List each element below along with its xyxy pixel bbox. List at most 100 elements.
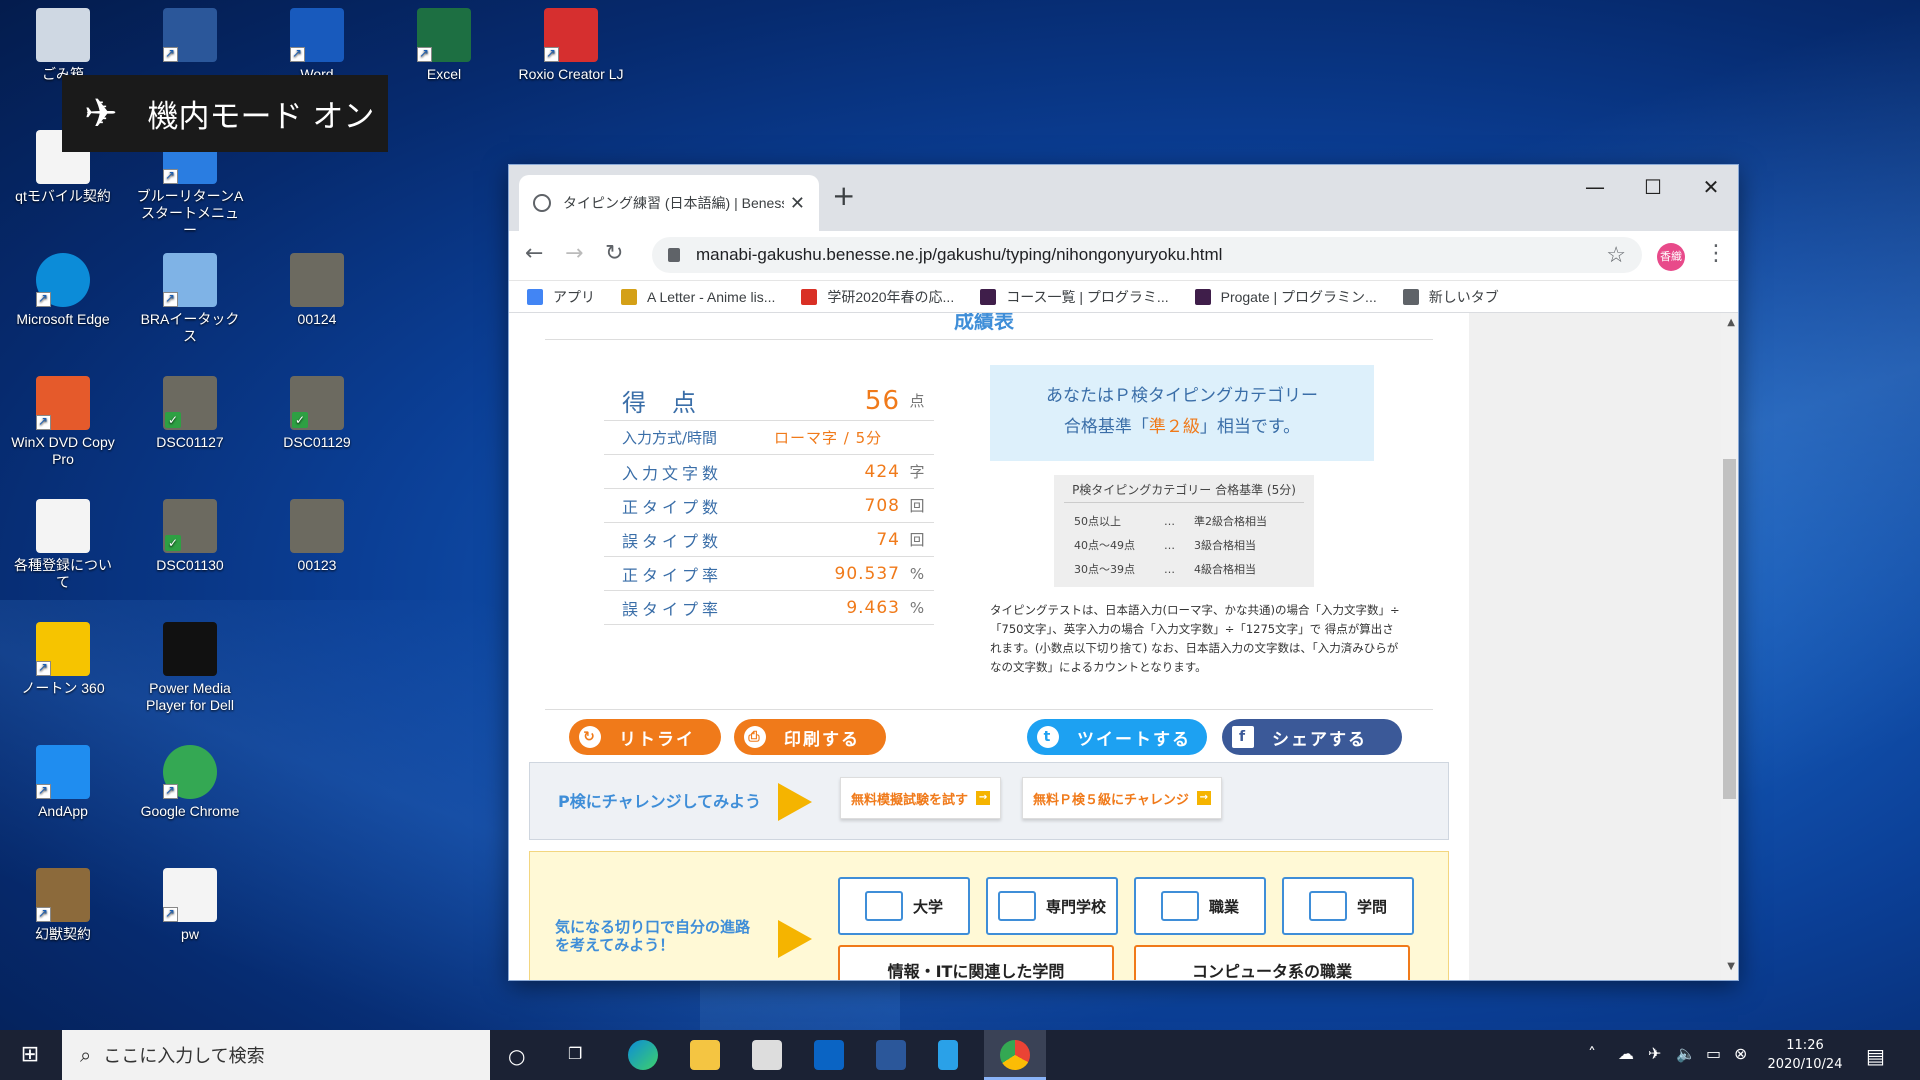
desktop-icon[interactable]: 幻獣契約 xyxy=(8,868,118,943)
desktop-icon[interactable]: ✓ DSC01127 xyxy=(135,376,245,451)
desktop-icon[interactable]: ✓ DSC01130 xyxy=(135,499,245,574)
airplane-tray-icon[interactable]: ✈ xyxy=(1648,1044,1661,1063)
it-study-button[interactable]: 情報・ITに関連した学問 xyxy=(838,945,1114,980)
bookmark-item[interactable]: 学研2020年春の応... xyxy=(801,287,954,307)
back-icon[interactable]: ← xyxy=(525,241,543,266)
cortana-icon[interactable]: ○ xyxy=(508,1044,525,1068)
toast-text: 機内モード オン xyxy=(147,99,375,135)
score-label: 得点 xyxy=(622,389,722,417)
mail-icon[interactable] xyxy=(814,1040,844,1070)
address-bar[interactable]: manabi-gakushu.benesse.ne.jp/gakushu/typ… xyxy=(652,237,1642,273)
bookmark-star-icon[interactable]: ☆ xyxy=(1606,242,1626,268)
word-taskbar-icon[interactable] xyxy=(876,1040,906,1070)
sync-check-icon: ✓ xyxy=(165,535,181,551)
forward-icon[interactable]: → xyxy=(565,241,583,266)
new-tab-button[interactable]: + xyxy=(832,179,855,212)
bookmark-item[interactable]: コース一覧 | プログラミ... xyxy=(980,287,1169,307)
maximize-button[interactable]: ☐ xyxy=(1633,175,1673,199)
desktop-icon[interactable]: 各種登録について xyxy=(8,499,118,591)
taskbar-search[interactable]: ⌕ ここに入力して検索 xyxy=(62,1030,490,1080)
desktop-icon[interactable]: Excel xyxy=(389,8,499,83)
score-row: 誤タイプ率 9.463% xyxy=(604,591,934,625)
desktop-icon-label: AndApp xyxy=(38,803,88,819)
scroll-down-icon[interactable]: ▼ xyxy=(1727,961,1735,972)
menu-icon[interactable]: ⋮ xyxy=(1705,241,1727,266)
shortcut-arrow-icon xyxy=(163,905,178,922)
desktop-icon[interactable]: Power Media Player for Dell xyxy=(135,622,245,714)
battery-icon[interactable]: ▭ xyxy=(1706,1044,1721,1063)
bookmark-label: アプリ xyxy=(553,288,595,305)
scroll-up-icon[interactable]: ▲ xyxy=(1727,317,1735,328)
desktop-icon[interactable]: BRAイータックス xyxy=(135,253,245,345)
pken-challenge-banner: P検にチャレンジしてみよう 無料模擬試験を試す → 無料Ｐ検５級にチャレンジ → xyxy=(529,762,1449,840)
desktop-icon[interactable]: Google Chrome xyxy=(135,745,245,820)
bookmark-label: 新しいタブ xyxy=(1428,288,1499,305)
scroll-thumb[interactable] xyxy=(1723,459,1736,799)
start-button[interactable]: ⊞ xyxy=(0,1030,60,1080)
desktop-icon[interactable]: 00124 xyxy=(262,253,372,328)
profile-avatar[interactable]: 香織 xyxy=(1657,243,1685,271)
scrollbar[interactable]: ▲ ▼ xyxy=(1721,313,1738,980)
divider xyxy=(545,339,1433,340)
desktop-icon[interactable]: ノートン 360 xyxy=(8,622,118,697)
desktop-icon[interactable]: AndApp xyxy=(8,745,118,820)
desktop-icon[interactable]: Roxio Creator LJ xyxy=(516,8,626,83)
shortcut-arrow-icon xyxy=(36,782,51,799)
bookmark-item[interactable]: 新しいタブ xyxy=(1402,287,1499,307)
bookmark-item[interactable]: Progate | プログラミン... xyxy=(1194,287,1377,307)
desktop-icon[interactable] xyxy=(135,8,245,66)
desktop-icon[interactable]: Word xyxy=(262,8,372,83)
task-view-icon[interactable]: ❐ xyxy=(568,1044,582,1063)
computer-job-button[interactable]: コンピュータ系の職業 xyxy=(1134,945,1410,980)
career-tile-button[interactable]: 学問 xyxy=(1282,877,1414,935)
phone-app-icon[interactable] xyxy=(938,1040,958,1070)
reload-icon[interactable]: ↻ xyxy=(605,241,623,266)
store-icon[interactable] xyxy=(752,1040,782,1070)
desktop-icon[interactable]: ✓ DSC01129 xyxy=(262,376,372,451)
edge-taskbar-icon[interactable] xyxy=(628,1040,658,1070)
career-tile-button[interactable]: 大学 xyxy=(838,877,970,935)
close-window-button[interactable]: ✕ xyxy=(1691,175,1731,199)
minimize-button[interactable]: — xyxy=(1575,175,1615,199)
arrow-right-icon: → xyxy=(976,791,991,805)
onedrive-icon[interactable]: ☁ xyxy=(1618,1044,1634,1063)
career-tile-button[interactable]: 専門学校 xyxy=(986,877,1118,935)
bookmark-favicon-icon xyxy=(980,288,997,305)
bookmark-item[interactable]: アプリ xyxy=(527,287,595,307)
taskbar: ⊞ ⌕ ここに入力して検索 ○ ❐ ˄ ☁ ✈ 🔈 ▭ ⊗ 11:26 2020… xyxy=(0,1030,1920,1080)
toolbar: ← → ↻ manabi-gakushu.benesse.ne.jp/gakus… xyxy=(509,231,1738,281)
mock-exam-button[interactable]: 無料模擬試験を試す → xyxy=(840,777,1002,819)
desktop-icon[interactable]: 00123 xyxy=(262,499,372,574)
career-tile-icon xyxy=(997,891,1036,921)
browser-tab[interactable]: タイピング練習 (日本語編) | Benesse ✕ xyxy=(519,175,819,231)
volume-icon[interactable]: 🔈 xyxy=(1676,1044,1696,1063)
chrome-taskbar-icon xyxy=(1000,1040,1030,1070)
desktop-icon[interactable]: pw xyxy=(135,868,245,943)
level5-challenge-button[interactable]: 無料Ｐ検５級にチャレンジ → xyxy=(1022,777,1222,819)
criteria-cell: 4級合格相当 xyxy=(1194,563,1256,576)
notification-off-icon[interactable]: ⊗ xyxy=(1734,1044,1747,1063)
bookmark-item[interactable]: A Letter - Anime lis... xyxy=(621,288,775,305)
desktop-icon[interactable]: ごみ箱 xyxy=(8,8,118,83)
chevron-up-icon[interactable]: ˄ xyxy=(1588,1044,1596,1063)
share-button[interactable]: f シェアする xyxy=(1222,719,1402,755)
recycle-bin-icon xyxy=(36,8,90,62)
search-placeholder: ここに入力して検索 xyxy=(103,1046,265,1067)
desktop-icon-label: Microsoft Edge xyxy=(16,311,110,327)
close-tab-icon[interactable]: ✕ xyxy=(790,193,805,214)
tweet-button[interactable]: t ツイートする xyxy=(1027,719,1207,755)
retry-button[interactable]: ↻ リトライ xyxy=(569,719,721,755)
score-value: 56 xyxy=(864,385,900,416)
clock[interactable]: 11:26 2020/10/24 xyxy=(1760,1036,1850,1074)
print-button[interactable]: ⎙ 印刷する xyxy=(734,719,886,755)
row-value: 9.463 xyxy=(846,597,900,618)
arrow-icon xyxy=(778,783,812,821)
file-explorer-icon[interactable] xyxy=(690,1040,720,1070)
chrome-taskbar-button[interactable] xyxy=(984,1030,1046,1080)
airplane-mode-toast[interactable]: ✈ 機内モード オン xyxy=(62,75,388,152)
action-center-icon[interactable]: ▤ xyxy=(1866,1044,1885,1068)
desktop-icon[interactable]: Microsoft Edge xyxy=(8,253,118,328)
career-tile-label: 学問 xyxy=(1356,897,1387,916)
career-tile-button[interactable]: 職業 xyxy=(1134,877,1266,935)
desktop-icon[interactable]: WinX DVD Copy Pro xyxy=(8,376,118,468)
